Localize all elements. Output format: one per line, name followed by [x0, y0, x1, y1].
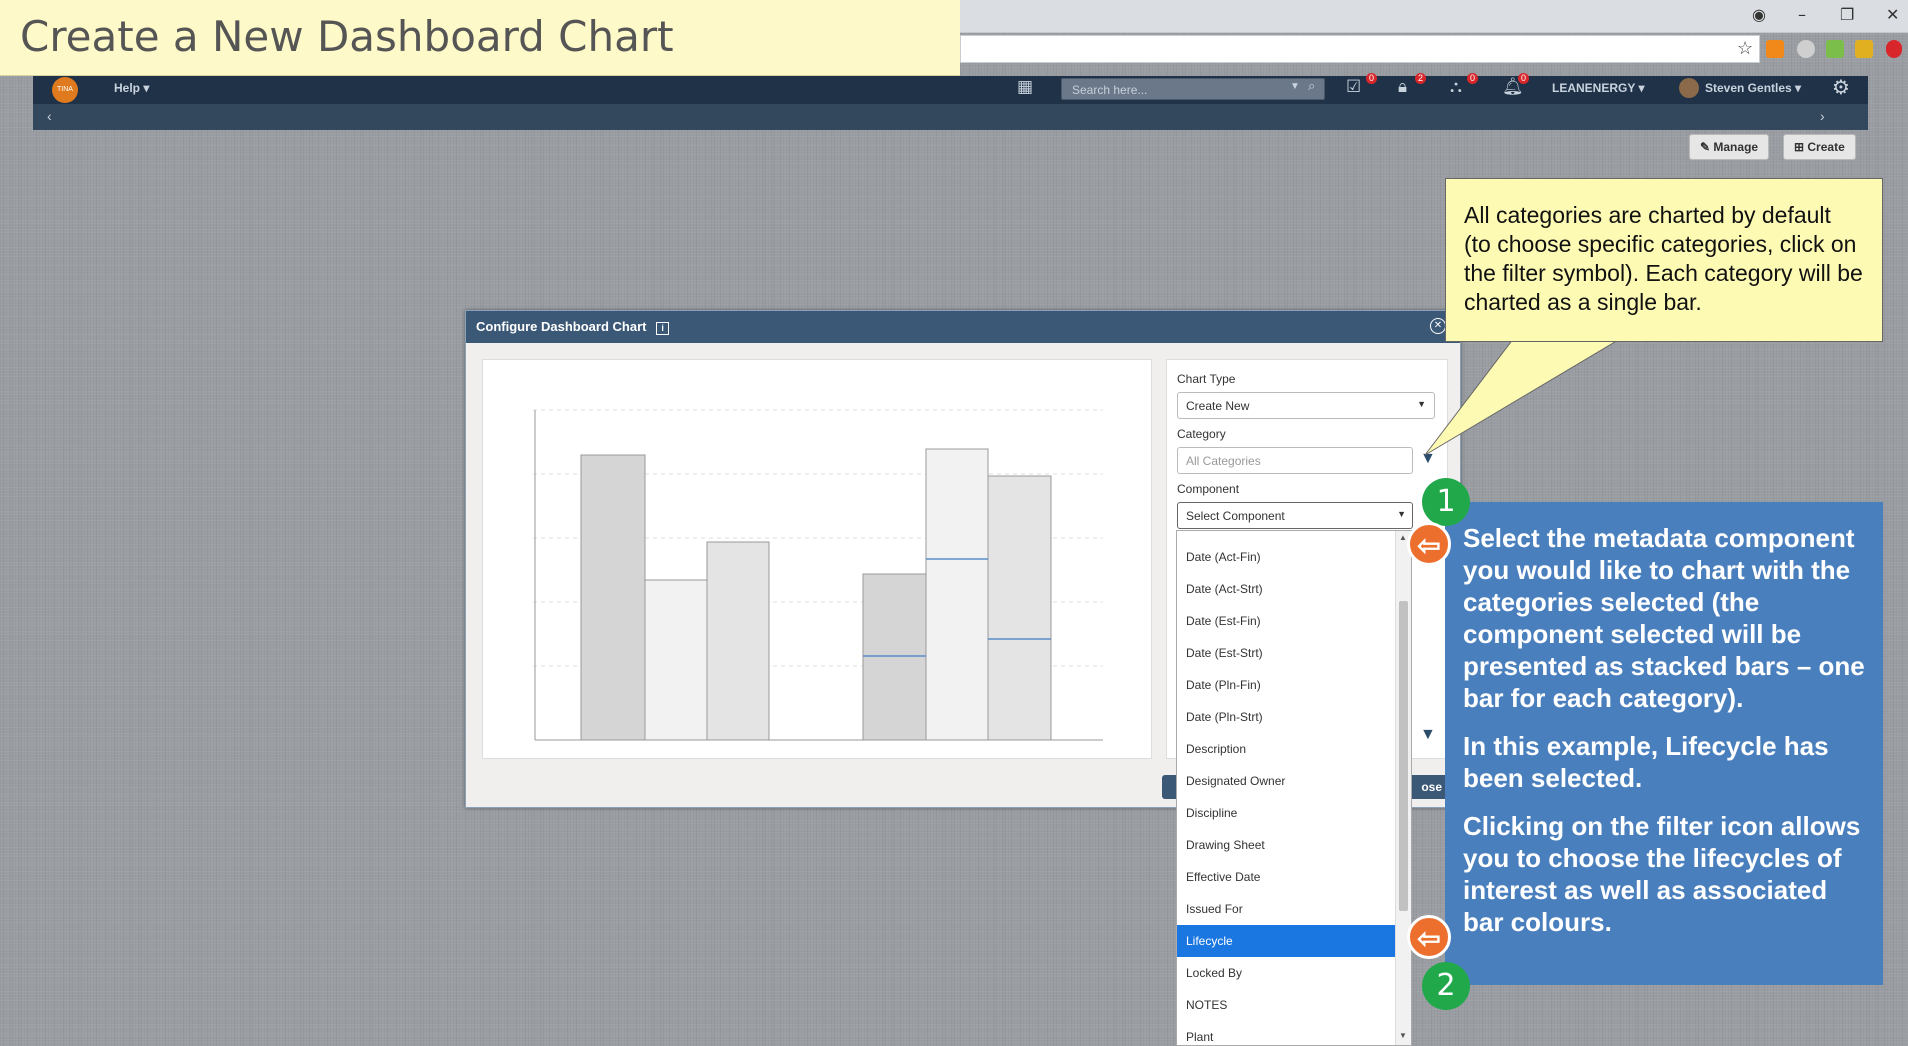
dropdown-option[interactable]: Lifecycle [1177, 925, 1395, 957]
tasks-icon[interactable]: ☑ [1346, 77, 1361, 97]
dropdown-option[interactable]: Date (Est-Fin) [1177, 605, 1395, 637]
step-2-marker: 2 [1422, 962, 1470, 1010]
step-1-marker: 1 [1422, 478, 1470, 526]
category-callout: All categories are charted by default (t… [1445, 178, 1883, 342]
component-dropdown-list[interactable]: Date (Act-Fin) Date (Act-Strt) Date (Est-F… [1176, 530, 1412, 1046]
chevron-down-icon[interactable]: ▼ [1290, 81, 1300, 92]
search-icon[interactable]: ⌕ [1308, 79, 1315, 94]
dropdown-option[interactable]: Date (Act-Strt) [1177, 573, 1395, 605]
dropdown-option[interactable]: Locked By [1177, 957, 1395, 989]
placeholder-bar [862, 573, 927, 741]
scrollbar-thumb[interactable] [1399, 601, 1408, 911]
plus-square-icon: ⊞ [1794, 140, 1808, 154]
chart-preview-svg [533, 409, 1103, 741]
tutorial-title-banner: Create a New Dashboard Chart [0, 0, 960, 76]
lock-icon[interactable]: 🔒︎ [1398, 77, 1407, 97]
category-input[interactable]: All Categories [1177, 447, 1413, 474]
callout-paragraph: Clicking on the filter icon allows you t… [1463, 811, 1861, 937]
chevron-left-icon[interactable]: ‹ [47, 108, 52, 124]
extension-icon[interactable] [1855, 40, 1873, 58]
address-bar[interactable] [960, 35, 1760, 63]
arrow-left-icon: ⇦ [1407, 522, 1451, 566]
arrow-left-icon: ⇦ [1407, 915, 1451, 959]
scrollbar[interactable]: ▲ ▼ [1395, 531, 1411, 1045]
extension-icon[interactable] [1886, 40, 1902, 58]
dialog-header: Configure Dashboard Chart i [466, 311, 1460, 343]
extension-icon[interactable] [1797, 40, 1815, 58]
component-select[interactable]: Select Component ▼ [1177, 502, 1413, 529]
close-window-icon[interactable]: ✕ [1886, 5, 1899, 24]
chart-type-label: Chart Type [1177, 372, 1236, 386]
account-icon[interactable]: ◉ [1752, 5, 1766, 24]
bookmark-star-icon[interactable]: ☆ [1737, 38, 1753, 59]
chevron-down-icon: ▼ [1397, 509, 1406, 519]
extension-icon[interactable] [1766, 40, 1784, 58]
dropdown-option[interactable]: Discipline [1177, 797, 1395, 829]
app-logo[interactable]: TINA [52, 77, 78, 103]
edit-icon: ✎ [1700, 140, 1714, 154]
restore-icon[interactable]: ❐ [1840, 5, 1854, 24]
gear-icon[interactable]: ⚙ [1832, 75, 1850, 99]
lock-badge: 2 [1415, 73, 1427, 84]
chart-type-select[interactable]: Create New ▼ [1177, 392, 1435, 419]
component-callout: Select the metadata component you would … [1445, 502, 1883, 985]
chevron-right-icon[interactable]: › [1820, 108, 1825, 124]
apps-grid-icon[interactable]: ▦ [1017, 77, 1033, 97]
placeholder-bar [580, 454, 646, 741]
placeholder-bar [644, 579, 708, 741]
dialog-title: Configure Dashboard Chart [476, 319, 647, 334]
placeholder-bar [987, 475, 1052, 741]
dropdown-option[interactable]: Date (Pln-Fin) [1177, 669, 1395, 701]
dropdown-option[interactable]: Plant [1177, 1021, 1395, 1046]
dropdown-option[interactable]: Designated Owner [1177, 765, 1395, 797]
extension-icon[interactable] [1826, 40, 1844, 58]
sub-navbar [33, 104, 1868, 130]
workflow-icon[interactable]: ⛬ [1450, 77, 1462, 97]
dropdown-option[interactable]: Date (Est-Strt) [1177, 637, 1395, 669]
workflow-badge: 0 [1467, 73, 1479, 84]
callout-pointer-shape [1424, 330, 1636, 456]
callout-paragraph: In this example, Lifecycle has been sele… [1463, 731, 1829, 793]
minimize-icon[interactable]: – [1798, 5, 1806, 24]
info-icon[interactable]: i [656, 322, 670, 335]
avatar[interactable] [1679, 78, 1699, 98]
tasks-badge: 0 [1366, 73, 1378, 84]
user-menu[interactable]: Steven Gentles ▾ [1705, 81, 1801, 95]
dropdown-option[interactable]: Drawing Sheet [1177, 829, 1395, 861]
dropdown-option[interactable]: Effective Date [1177, 861, 1395, 893]
component-label: Component [1177, 482, 1240, 496]
scroll-up-icon[interactable]: ▲ [1399, 533, 1407, 542]
page-title: Create a New Dashboard Chart [20, 12, 674, 61]
placeholder-bar [925, 448, 989, 741]
dropdown-option[interactable]: Date (Pln-Strt) [1177, 701, 1395, 733]
callout-pointer [1424, 330, 1636, 456]
callout-paragraph: Select the metadata component you would … [1463, 523, 1865, 713]
company-menu[interactable]: LEANENERGY ▾ [1552, 81, 1644, 95]
category-label: Category [1177, 427, 1226, 441]
dropdown-option[interactable]: NOTES [1177, 989, 1395, 1021]
chart-preview [482, 359, 1152, 759]
help-menu[interactable]: Help ▾ [114, 81, 149, 95]
dropdown-option[interactable]: Description [1177, 733, 1395, 765]
bell-badge: 0 [1518, 73, 1530, 84]
manage-button[interactable]: ✎ Manage [1689, 134, 1770, 160]
dropdown-option[interactable]: Date (Act-Fin) [1177, 541, 1395, 573]
create-button[interactable]: ⊞ Create [1783, 134, 1856, 160]
component-filter-icon[interactable]: ▼ [1420, 726, 1436, 744]
search-input[interactable]: Search here... [1061, 78, 1325, 100]
scroll-down-icon[interactable]: ▼ [1399, 1031, 1407, 1040]
dropdown-option[interactable]: Issued For [1177, 893, 1395, 925]
placeholder-bar [706, 541, 770, 741]
